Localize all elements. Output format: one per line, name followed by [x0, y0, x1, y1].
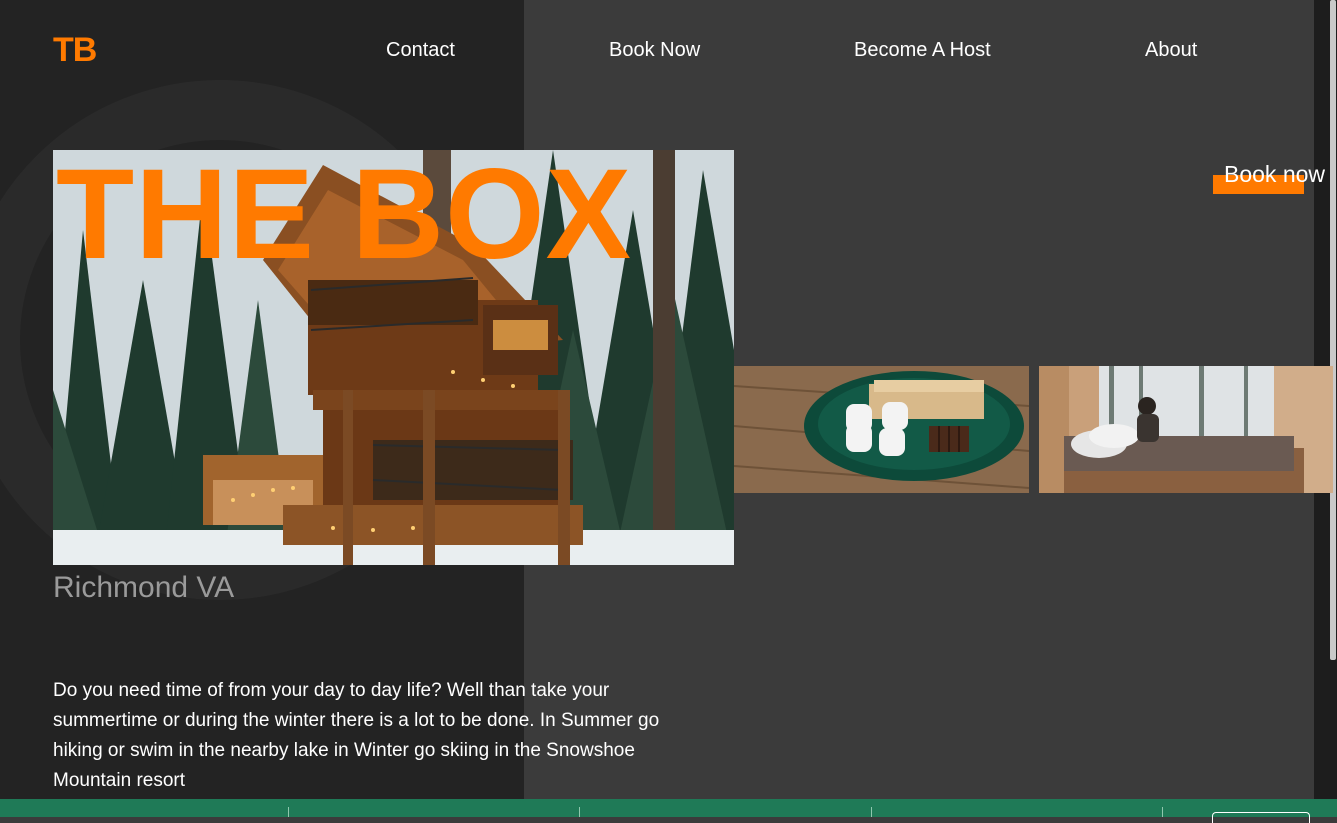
description-text: Do you need time of from your day to day…	[53, 680, 660, 791]
nav-contact[interactable]: Contact	[386, 38, 455, 62]
nav-book-now[interactable]: Book Now	[609, 38, 700, 62]
gallery-image-cabin-bed[interactable]	[1039, 366, 1333, 493]
nav-about[interactable]: About	[1145, 38, 1197, 62]
footer-divider	[871, 807, 872, 817]
location-label: Richmond VA	[53, 571, 235, 604]
footer-divider	[288, 807, 289, 817]
site-logo[interactable]: TB	[53, 30, 97, 70]
footer-bar	[0, 799, 1337, 823]
gallery-image-smores[interactable]	[734, 366, 1029, 493]
footer-button[interactable]	[1212, 812, 1310, 823]
scrollbar-thumb[interactable]	[1330, 0, 1336, 660]
book-now-button[interactable]: Book now	[1213, 160, 1333, 200]
footer-divider	[1162, 807, 1163, 817]
nav-become-a-host[interactable]: Become A Host	[854, 38, 991, 62]
footer-divider	[579, 807, 580, 817]
hero-title: THE BOX	[56, 143, 632, 286]
book-now-label: Book now	[1224, 161, 1326, 187]
